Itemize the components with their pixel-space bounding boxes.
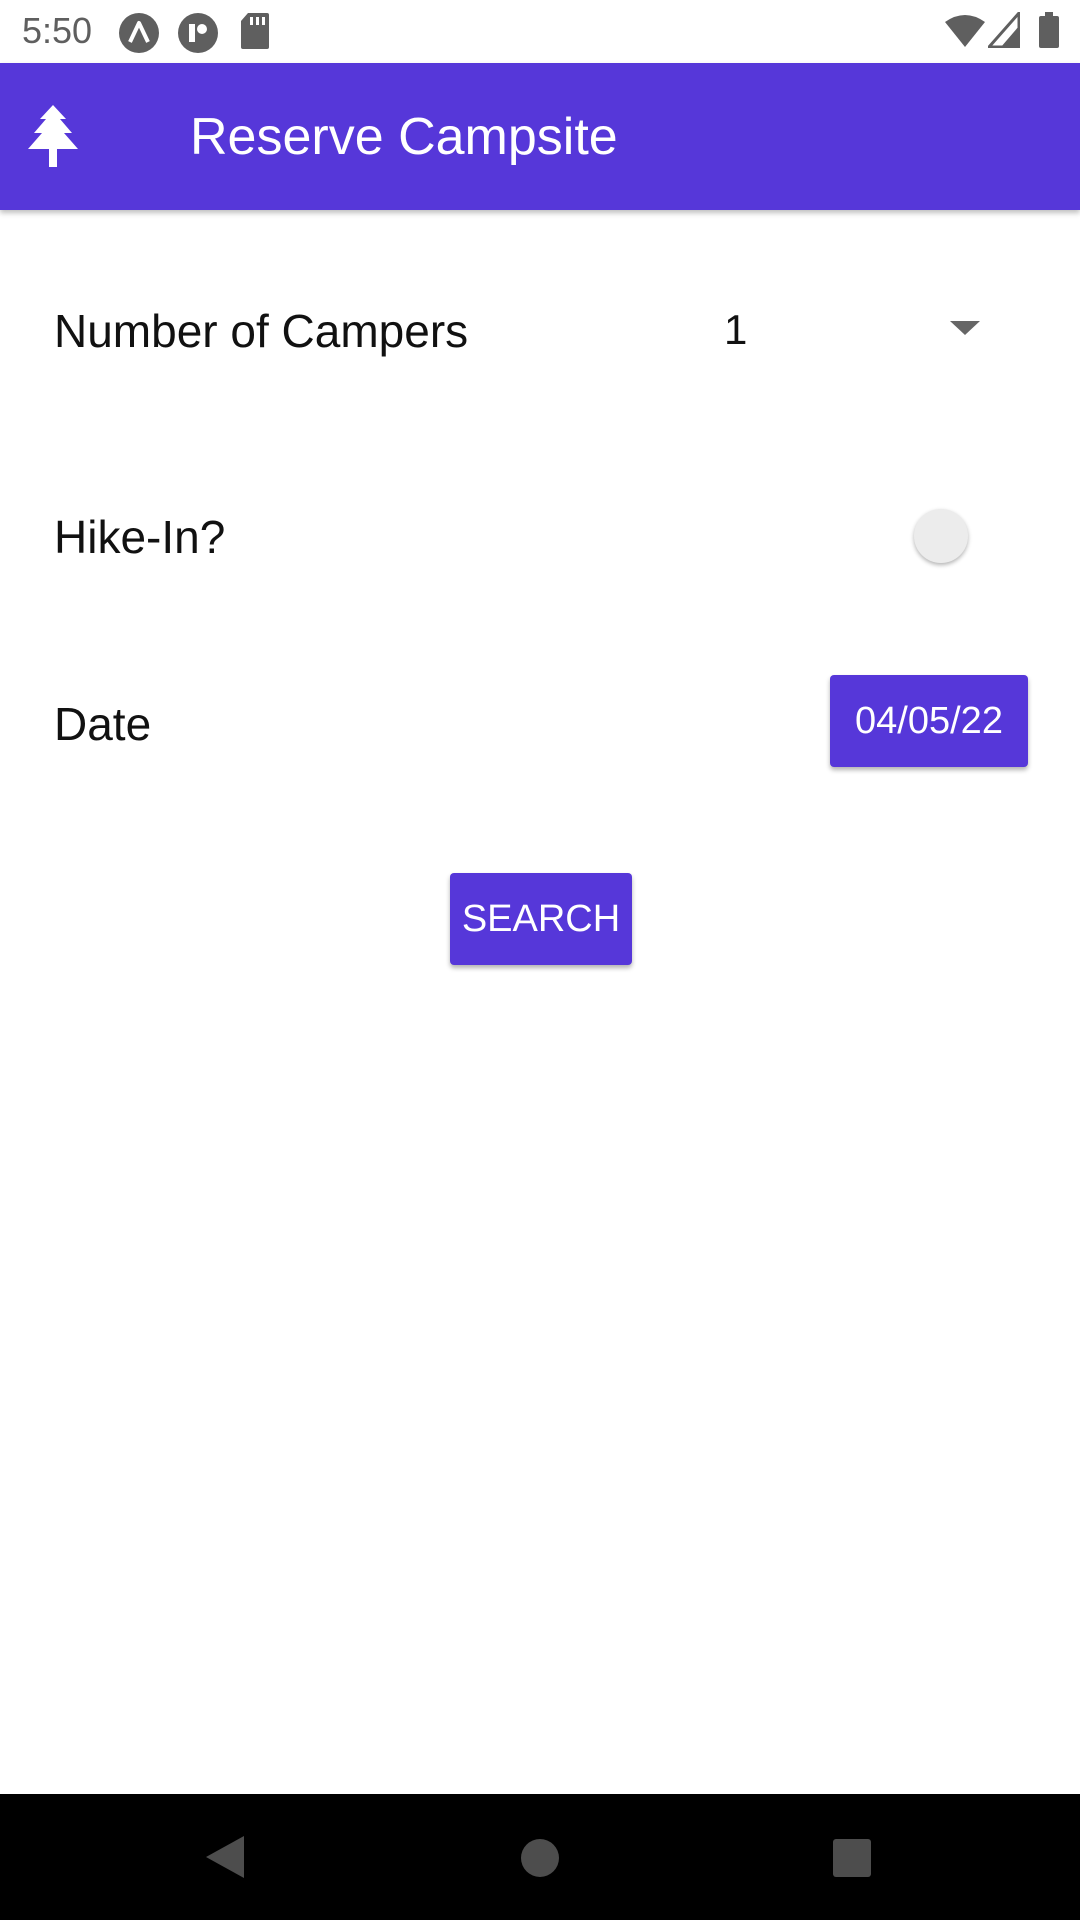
tree-icon [26,103,80,169]
chevron-down-icon[interactable] [950,321,980,335]
campers-value[interactable]: 1 [724,306,747,354]
signal-icon [985,9,1021,53]
nfc-icon [177,12,219,59]
home-icon[interactable] [520,1838,560,1883]
battery-icon [1038,12,1060,53]
recents-icon[interactable] [832,1838,872,1883]
date-label: Date [54,698,152,750]
navigation-bar [0,1794,1080,1920]
back-icon[interactable] [204,1834,246,1885]
a-icon [118,12,160,59]
page-title: Reserve Campsite [190,108,618,166]
campers-label: Number of Campers [54,305,469,357]
wifi-icon [944,14,986,53]
sd-card-icon [240,12,270,55]
app-bar: Reserve Campsite [0,63,1080,210]
status-bar: 5:50 [0,0,1080,63]
hike-in-label: Hike-In? [54,511,226,563]
status-time: 5:50 [22,10,93,51]
hike-in-toggle[interactable] [914,509,968,563]
search-button[interactable]: SEARCH [450,873,632,965]
date-button[interactable]: 04/05/22 [830,675,1028,767]
